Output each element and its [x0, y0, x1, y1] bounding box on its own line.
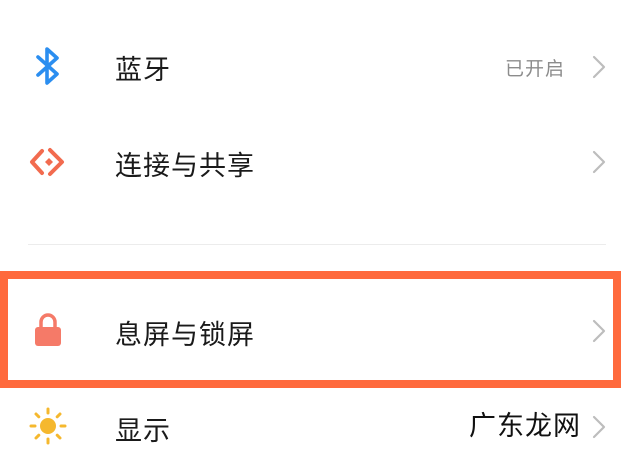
- highlight-box: [0, 271, 621, 388]
- sun-icon: [28, 406, 68, 446]
- connection-share-icon: [28, 142, 68, 182]
- settings-item-bluetooth[interactable]: 蓝牙 已开启: [0, 22, 621, 110]
- section-divider: [28, 244, 606, 245]
- chevron-right-icon: [592, 415, 606, 439]
- watermark: 广东龙网: [465, 404, 585, 443]
- chevron-right-icon: [592, 55, 606, 79]
- settings-item-label: 连接与共享: [115, 151, 255, 182]
- settings-item-label: 蓝牙: [115, 55, 171, 86]
- bluetooth-status: 已开启: [504, 58, 565, 80]
- settings-item-connection-share[interactable]: 连接与共享: [0, 116, 621, 206]
- settings-item-label: 显示: [115, 416, 171, 447]
- bluetooth-icon: [28, 46, 68, 86]
- chevron-right-icon: [592, 150, 606, 174]
